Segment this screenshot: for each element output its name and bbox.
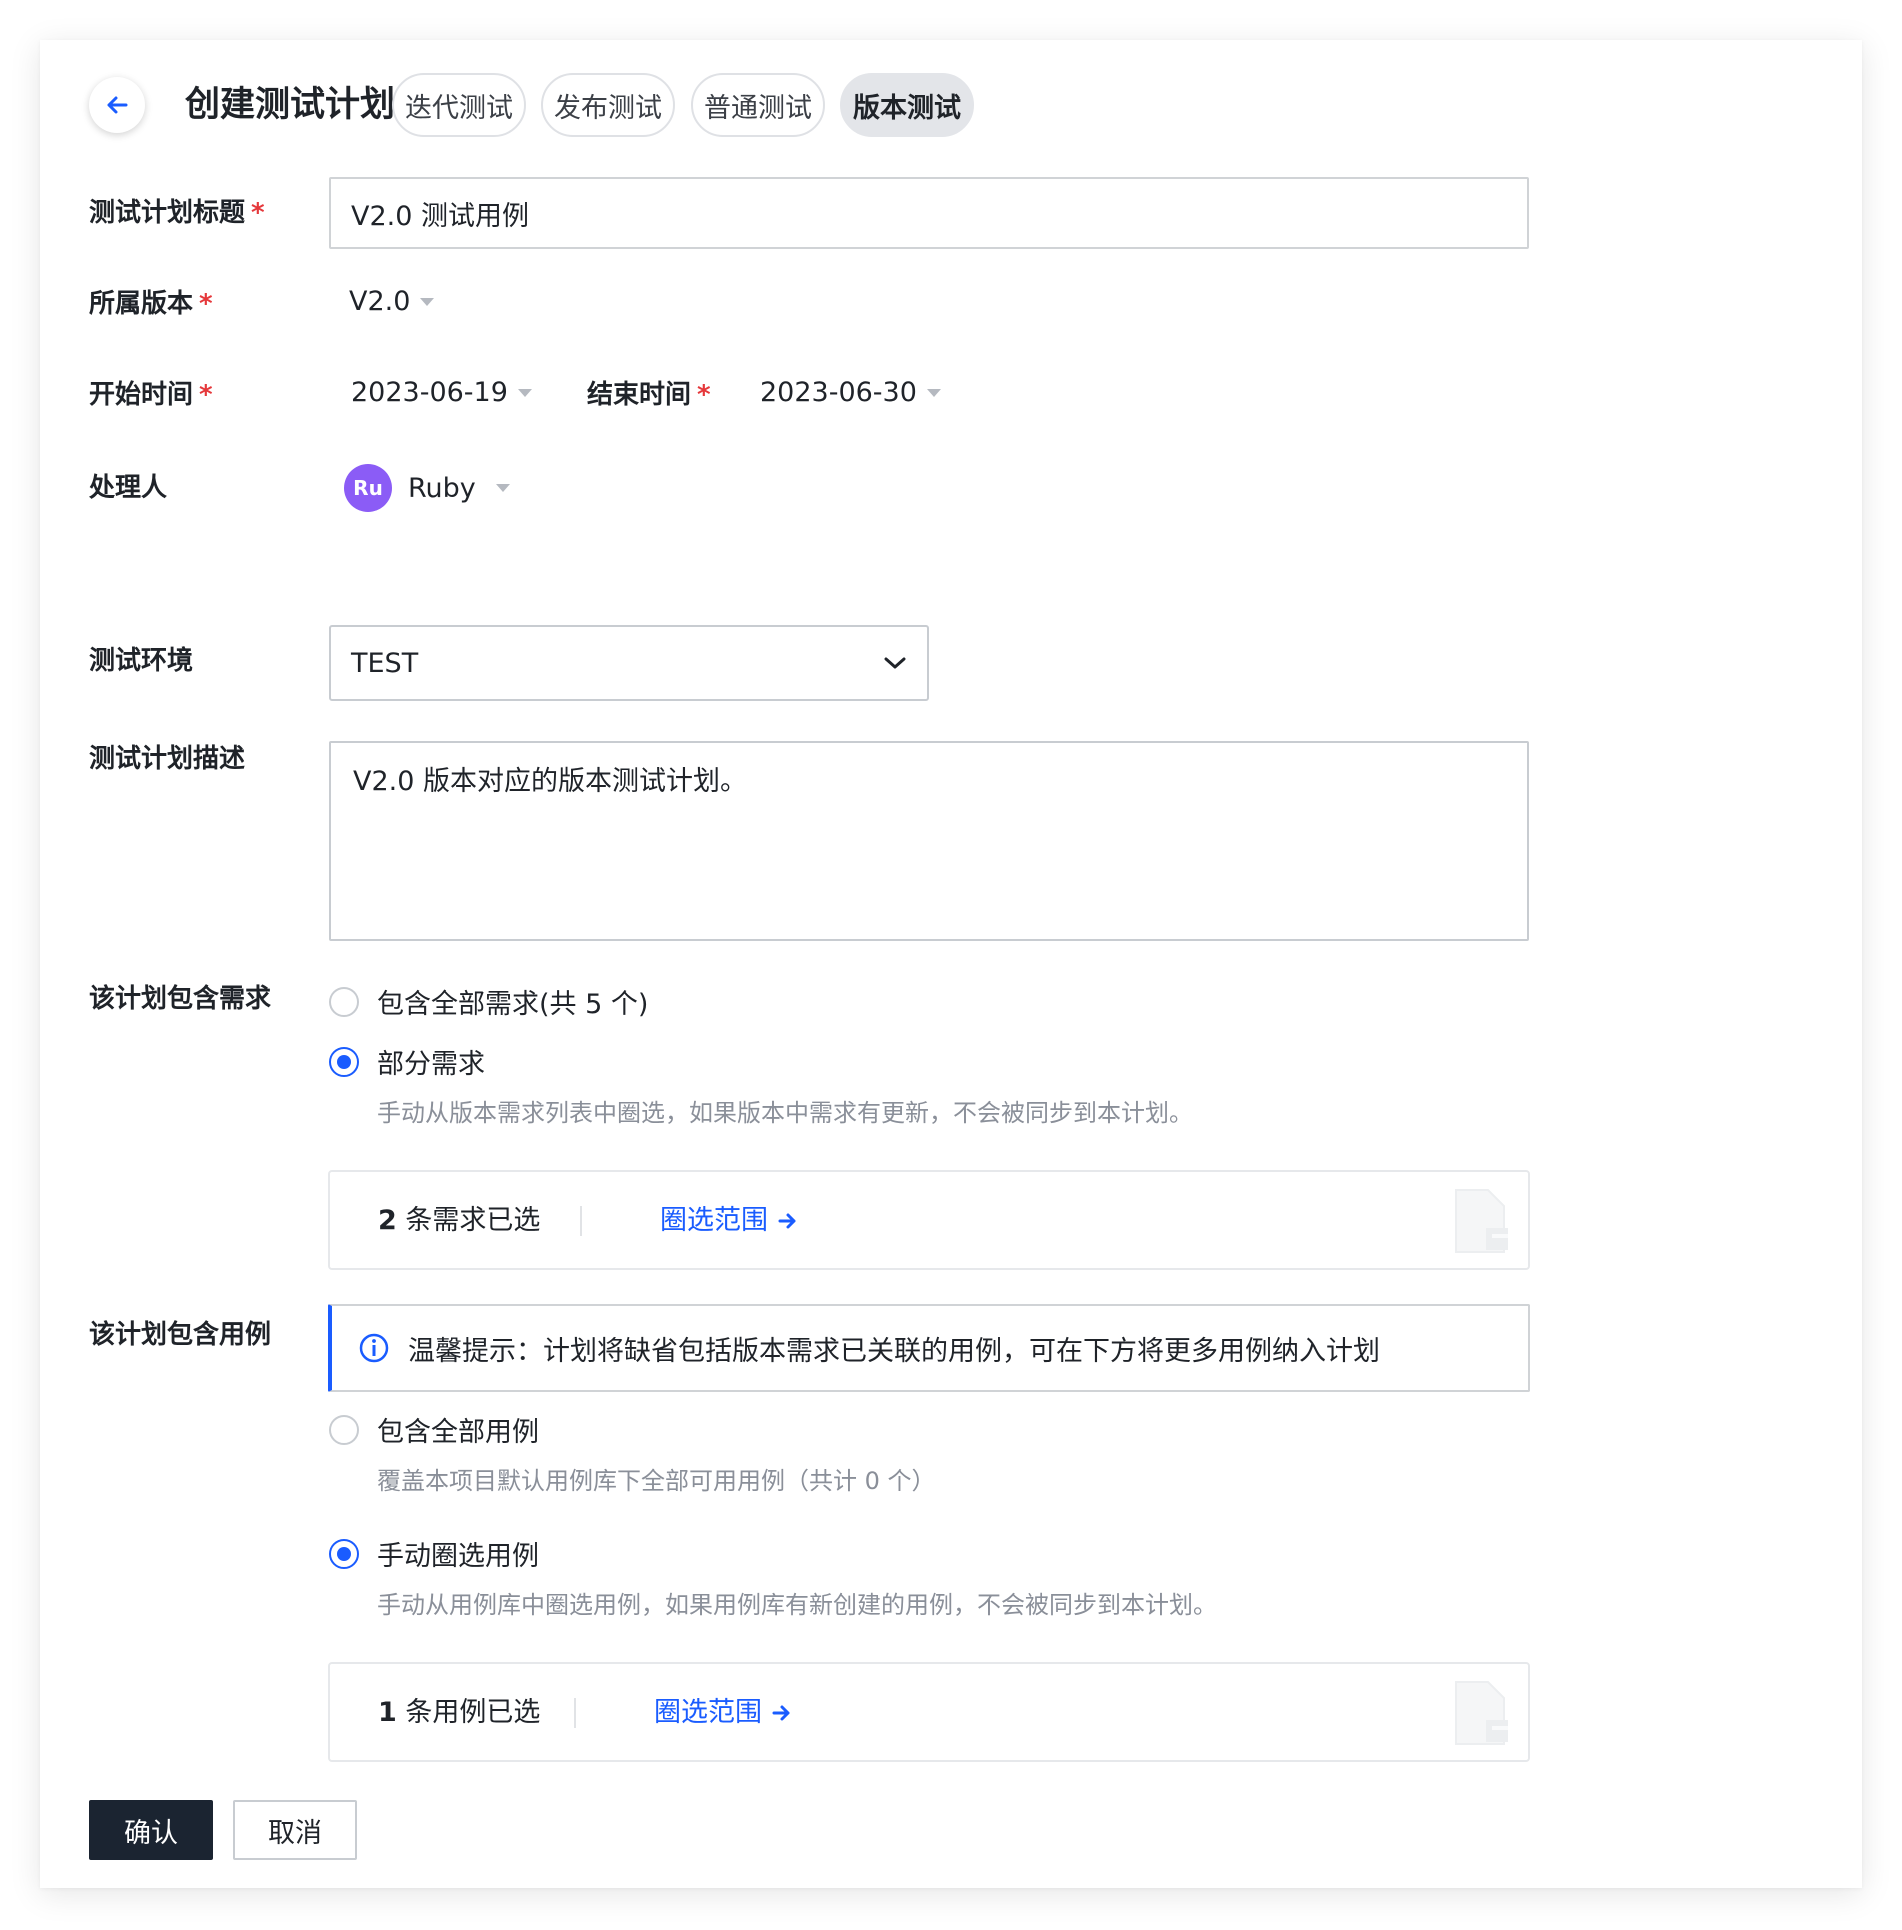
back-button[interactable] [89, 77, 145, 133]
end-time-label: 结束时间 * [587, 380, 711, 410]
cases-selected-count: 1 条用例已选 [378, 1697, 541, 1728]
radio-all-cases[interactable]: 包含全部用例 [329, 1410, 539, 1449]
start-date-value: 2023-06-19 [351, 377, 508, 408]
plan-title-label: 测试计划标题 * [89, 198, 265, 228]
requirements-selected-count: 2 条需求已选 [378, 1205, 541, 1236]
required-mark: * [251, 198, 265, 228]
info-icon [359, 1333, 389, 1363]
notice-text: 温馨提示：计划将缺省包括版本需求已关联的用例，可在下方将更多用例纳入计划 [408, 1335, 1380, 1367]
arrow-right-icon [778, 1213, 796, 1229]
chevron-down-icon [884, 657, 906, 669]
radio-button [329, 986, 359, 1017]
plan-title-input[interactable] [329, 177, 1529, 249]
radio-label: 部分需求 [377, 1049, 485, 1080]
manual-cases-hint: 手动从用例库中圈选用例，如果用例库有新创建的用例，不会被同步到本计划。 [377, 1591, 1217, 1619]
tab-version-test[interactable]: 版本测试 [840, 73, 974, 137]
cases-notice: 温馨提示：计划将缺省包括版本需求已关联的用例，可在下方将更多用例纳入计划 [328, 1304, 1530, 1392]
summary-divider [574, 1698, 576, 1728]
required-mark: * [199, 289, 213, 319]
radio-button [329, 1538, 359, 1569]
tab-general-test[interactable]: 普通测试 [691, 73, 825, 137]
end-date-picker[interactable]: 2023-06-30 [760, 377, 941, 408]
environment-label: 测试环境 [89, 646, 194, 676]
all-cases-hint: 覆盖本项目默认用例库下全部可用用例（共计 0 个） [377, 1467, 936, 1495]
caret-down-icon [517, 388, 532, 397]
environment-select[interactable]: TEST [329, 625, 929, 701]
requirements-label: 该计划包含需求 [89, 984, 272, 1014]
assignee-label: 处理人 [89, 473, 168, 503]
version-value: V2.0 [349, 286, 411, 317]
document-icon [1455, 1681, 1508, 1745]
version-label: 所属版本 * [89, 289, 213, 319]
version-select[interactable]: V2.0 [349, 286, 435, 317]
tab-iteration-test[interactable]: 迭代测试 [392, 73, 526, 137]
create-test-plan-dialog: 创建测试计划 迭代测试 发布测试 普通测试 版本测试 测试计划标题* 所属版本*… [40, 40, 1862, 1888]
environment-value: TEST [351, 647, 419, 679]
radio-button [329, 1414, 359, 1445]
arrow-right-icon [772, 1705, 790, 1721]
assignee-select[interactable]: Ru Ruby [344, 464, 510, 512]
radio-button [329, 1046, 359, 1077]
cases-scope-link[interactable]: 圈选范围 [654, 1695, 792, 1731]
start-date-picker[interactable]: 2023-06-19 [351, 377, 532, 408]
partial-requirements-hint: 手动从版本需求列表中圈选，如果版本中需求有更新，不会被同步到本计划。 [377, 1099, 1193, 1127]
assignee-name: Ruby [408, 472, 476, 504]
start-time-label: 开始时间 * [89, 380, 213, 410]
confirm-button[interactable]: 确认 [89, 1800, 213, 1860]
summary-divider [580, 1206, 582, 1236]
caret-down-icon [420, 297, 435, 306]
description-label: 测试计划描述 [89, 744, 246, 774]
requirements-scope-link[interactable]: 圈选范围 [660, 1203, 798, 1239]
end-date-value: 2023-06-30 [760, 377, 917, 408]
cases-summary: 1 条用例已选 圈选范围 [328, 1662, 1530, 1762]
caret-down-icon [495, 484, 510, 492]
requirements-summary: 2 条需求已选 圈选范围 [328, 1170, 1530, 1270]
required-mark: * [199, 380, 213, 410]
required-mark: * [697, 380, 711, 410]
page-title: 创建测试计划 [185, 85, 396, 125]
caret-down-icon [926, 388, 941, 397]
tab-release-test[interactable]: 发布测试 [541, 73, 675, 137]
arrow-left-icon [107, 96, 128, 114]
radio-label: 手动圈选用例 [377, 1541, 539, 1572]
radio-manual-cases[interactable]: 手动圈选用例 [329, 1534, 539, 1573]
document-icon [1455, 1189, 1508, 1253]
avatar: Ru [344, 464, 392, 512]
cases-label: 该计划包含用例 [89, 1320, 272, 1350]
radio-partial-requirements[interactable]: 部分需求 [329, 1042, 485, 1081]
description-textarea[interactable]: V2.0 版本对应的版本测试计划。 [329, 741, 1529, 941]
cancel-button[interactable]: 取消 [233, 1800, 357, 1860]
radio-all-requirements[interactable]: 包含全部需求(共 5 个) [329, 982, 648, 1021]
radio-label: 包含全部用例 [377, 1417, 539, 1448]
radio-label: 包含全部需求(共 5 个) [377, 989, 649, 1020]
